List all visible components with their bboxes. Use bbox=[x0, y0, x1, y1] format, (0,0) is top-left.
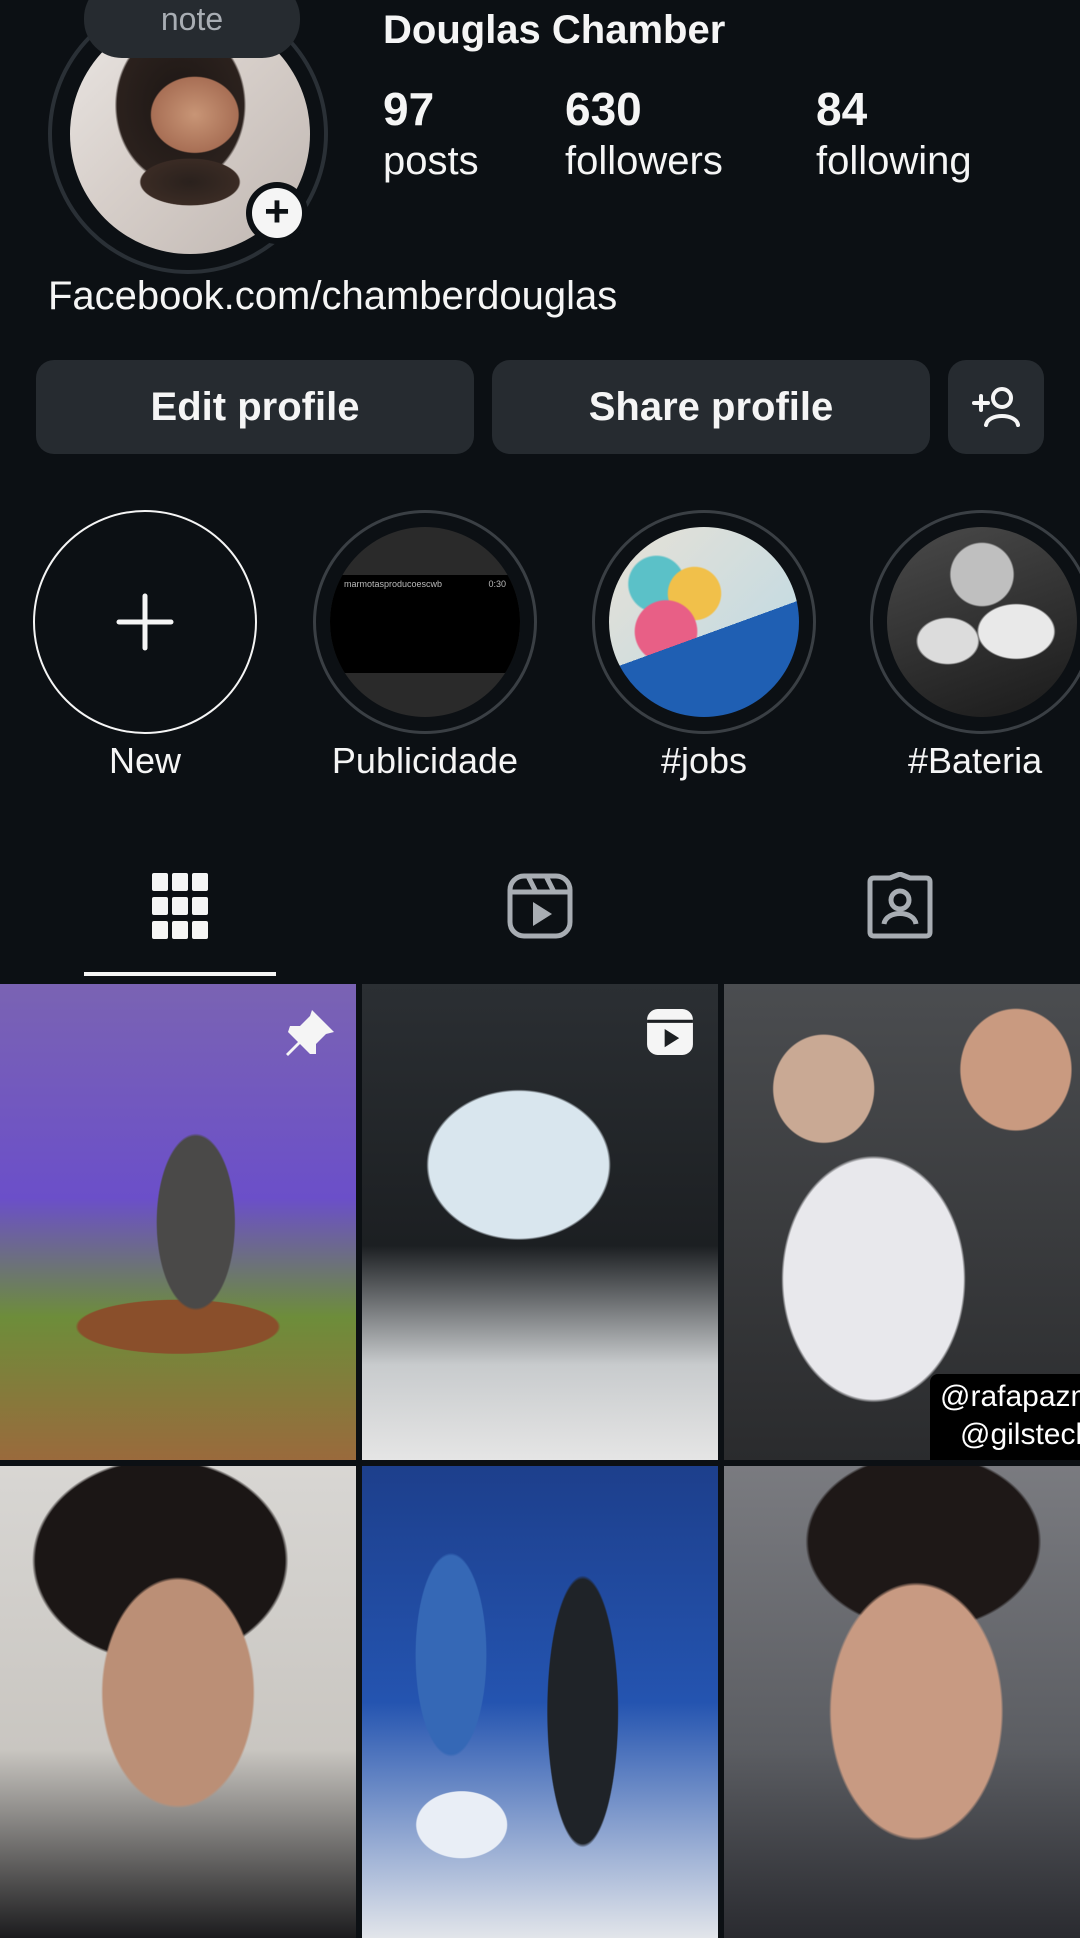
highlight-label-bateria: #Bateria bbox=[908, 740, 1043, 781]
grid-icon bbox=[152, 873, 208, 939]
discover-people-button[interactable] bbox=[948, 360, 1044, 454]
following-stat[interactable]: 84 following bbox=[816, 82, 972, 186]
note-bubble[interactable]: note bbox=[84, 0, 300, 58]
post-thumbnail[interactable] bbox=[724, 1466, 1080, 1938]
thumb-time: 0:30 bbox=[488, 579, 506, 589]
posts-count: 97 bbox=[383, 83, 435, 135]
highlight-publicidade[interactable]: marmotasproducoescwb 0:30 bbox=[313, 510, 537, 734]
highlight-label-jobs: #jobs bbox=[660, 740, 748, 781]
highlight-label-publicidade: Publicidade bbox=[331, 740, 519, 781]
tab-grid[interactable] bbox=[140, 866, 220, 946]
reels-icon bbox=[507, 873, 573, 939]
note-label: note bbox=[160, 1, 224, 37]
tab-tagged[interactable] bbox=[860, 866, 940, 946]
highlight-label-new: New bbox=[108, 740, 182, 781]
highlight-thumbnail bbox=[887, 527, 1077, 717]
plus-icon bbox=[116, 593, 174, 651]
highlight-thumbnail bbox=[609, 527, 799, 717]
followers-count: 630 bbox=[565, 83, 642, 135]
add-story-button[interactable]: + bbox=[246, 182, 308, 244]
tab-reels[interactable] bbox=[500, 866, 580, 946]
tab-selected-indicator bbox=[84, 972, 276, 976]
post-thumbnail[interactable] bbox=[362, 1466, 718, 1938]
profile-name: Douglas Chamber bbox=[383, 8, 726, 52]
post-thumbnail[interactable] bbox=[362, 984, 718, 1460]
followers-stat[interactable]: 630 followers bbox=[565, 82, 723, 186]
highlight-bateria[interactable] bbox=[870, 510, 1080, 734]
post-thumbnail[interactable] bbox=[0, 984, 356, 1460]
overlay-text-line: @rafapazma bbox=[940, 1380, 1080, 1413]
plus-icon: + bbox=[252, 188, 302, 238]
bio-link[interactable]: Facebook.com/chamberdouglas bbox=[48, 274, 617, 319]
posts-stat[interactable]: 97 posts bbox=[383, 82, 479, 186]
overlay-text-line: @gilsteckl bbox=[960, 1418, 1080, 1451]
following-count: 84 bbox=[816, 83, 868, 135]
share-profile-button[interactable]: Share profile bbox=[492, 360, 930, 454]
thumb-caption: marmotasproducoescwb bbox=[344, 579, 443, 589]
posts-label: posts bbox=[383, 139, 479, 183]
pin-icon bbox=[286, 1010, 334, 1056]
post-thumbnail[interactable]: @rafapazma @gilsteckl bbox=[724, 984, 1080, 1460]
reels-icon bbox=[647, 1009, 693, 1055]
post-thumbnail[interactable] bbox=[0, 1466, 356, 1938]
highlight-jobs[interactable] bbox=[592, 510, 816, 734]
following-label: following bbox=[816, 139, 972, 183]
followers-label: followers bbox=[565, 139, 723, 183]
highlight-new[interactable] bbox=[33, 510, 257, 734]
highlight-thumbnail: marmotasproducoescwb 0:30 bbox=[330, 527, 520, 717]
edit-profile-button[interactable]: Edit profile bbox=[36, 360, 474, 454]
add-person-icon bbox=[972, 387, 1020, 427]
tagged-icon bbox=[867, 872, 933, 939]
